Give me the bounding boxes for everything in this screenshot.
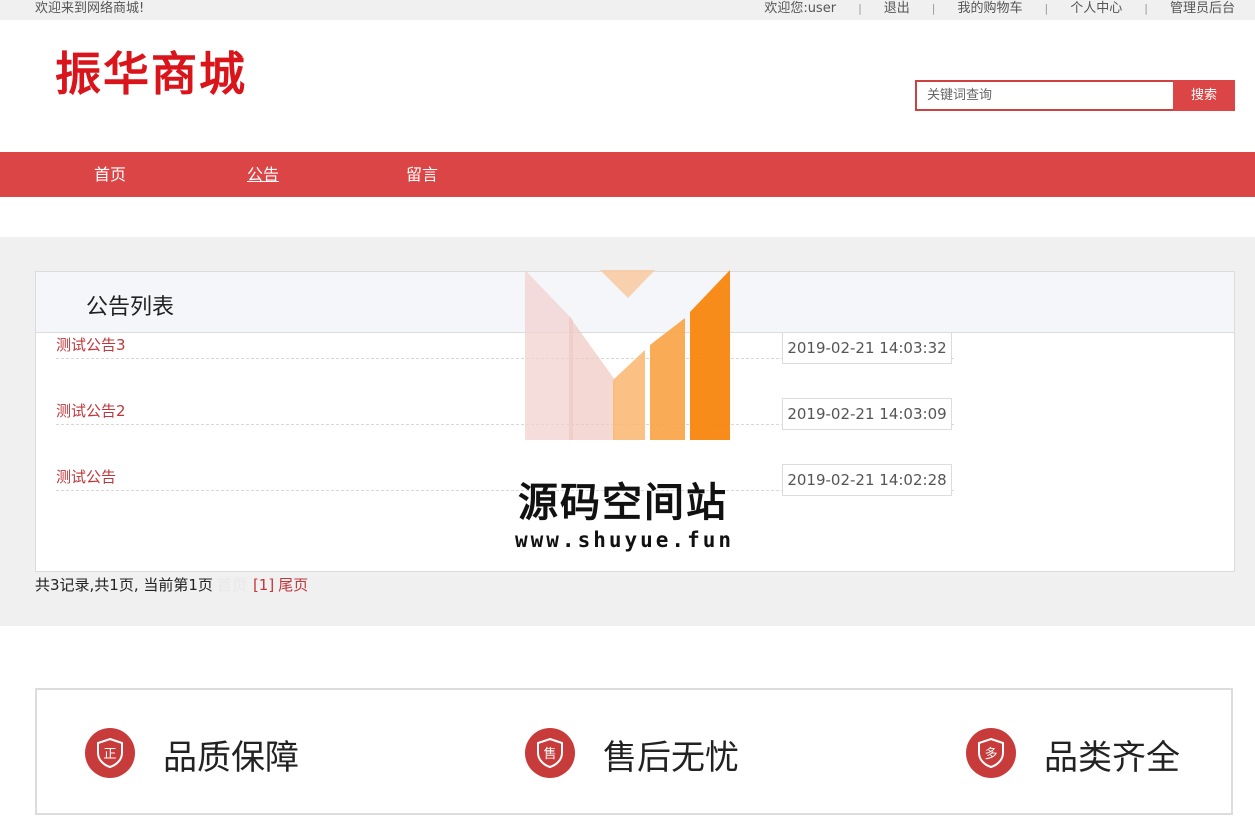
- cart-link[interactable]: 我的购物车: [958, 0, 1023, 17]
- pager-current[interactable]: [1]: [253, 576, 274, 594]
- list-item: 测试公告 2019-02-21 14:02:28: [56, 424, 954, 496]
- profile-link[interactable]: 个人中心: [1070, 0, 1122, 17]
- notice-date: 2019-02-21 14:02:28: [782, 464, 952, 496]
- search-input[interactable]: [915, 80, 1173, 111]
- watermark-title: 源码空间站: [518, 480, 728, 526]
- nav-item-message[interactable]: 留言: [406, 152, 438, 197]
- pager-last[interactable]: 尾页: [278, 576, 308, 594]
- user-greeting: 欢迎您:user: [764, 1, 837, 16]
- watermark-logo-icon: [525, 270, 730, 440]
- notice-link[interactable]: 测试公告: [56, 466, 116, 487]
- search-box: 搜索: [915, 80, 1235, 111]
- shield-icon: 正: [85, 728, 135, 778]
- logout-link[interactable]: 退出: [884, 0, 910, 17]
- feature-glyph: 售: [543, 746, 556, 762]
- feature-strip: 正 品质保障 售 售后无忧 多 品类齐全: [35, 688, 1233, 815]
- search-button[interactable]: 搜索: [1173, 80, 1235, 111]
- nav-item-home[interactable]: 首页: [94, 152, 126, 197]
- divider: |: [931, 2, 936, 15]
- shield-icon: 多: [966, 728, 1016, 778]
- shield-icon: 售: [525, 728, 575, 778]
- divider: |: [1144, 2, 1148, 15]
- main-nav: 首页 公告 留言: [0, 152, 1255, 197]
- feature-glyph: 多: [984, 746, 997, 762]
- feature-label: 品类齐全: [1044, 738, 1180, 778]
- nav-item-notice[interactable]: 公告: [247, 152, 279, 197]
- top-bar: 欢迎来到网络商城! 欢迎您:user | 退出 | 我的购物车 | 个人中心 |…: [0, 0, 1255, 20]
- divider: |: [1044, 2, 1049, 15]
- feature-label: 品质保障: [163, 738, 299, 778]
- feature-label: 售后无忧: [603, 738, 739, 778]
- pager-summary: 共3记录,共1页, 当前第1页: [35, 576, 213, 594]
- pager-first[interactable]: 首页: [217, 576, 247, 594]
- notice-link[interactable]: 测试公告3: [56, 334, 126, 355]
- admin-link[interactable]: 管理员后台: [1170, 0, 1235, 17]
- welcome-text: 欢迎来到网络商城!: [35, 1, 145, 16]
- feature-glyph: 正: [103, 747, 116, 762]
- top-links: 欢迎您:user | 退出 | 我的购物车 | 个人中心 | 管理员后台: [764, 0, 1235, 17]
- pagination: 共3记录,共1页, 当前第1页 首页 [1] 尾页: [35, 574, 308, 595]
- list-item: 测试公告3 2019-02-21 14:03:32: [56, 292, 954, 364]
- site-logo[interactable]: 振华商城: [55, 38, 247, 104]
- list-item: 测试公告2 2019-02-21 14:03:09: [56, 358, 954, 430]
- watermark-url: www.shuyue.fun: [515, 528, 735, 552]
- notice-link[interactable]: 测试公告2: [56, 400, 126, 421]
- divider: |: [858, 2, 862, 15]
